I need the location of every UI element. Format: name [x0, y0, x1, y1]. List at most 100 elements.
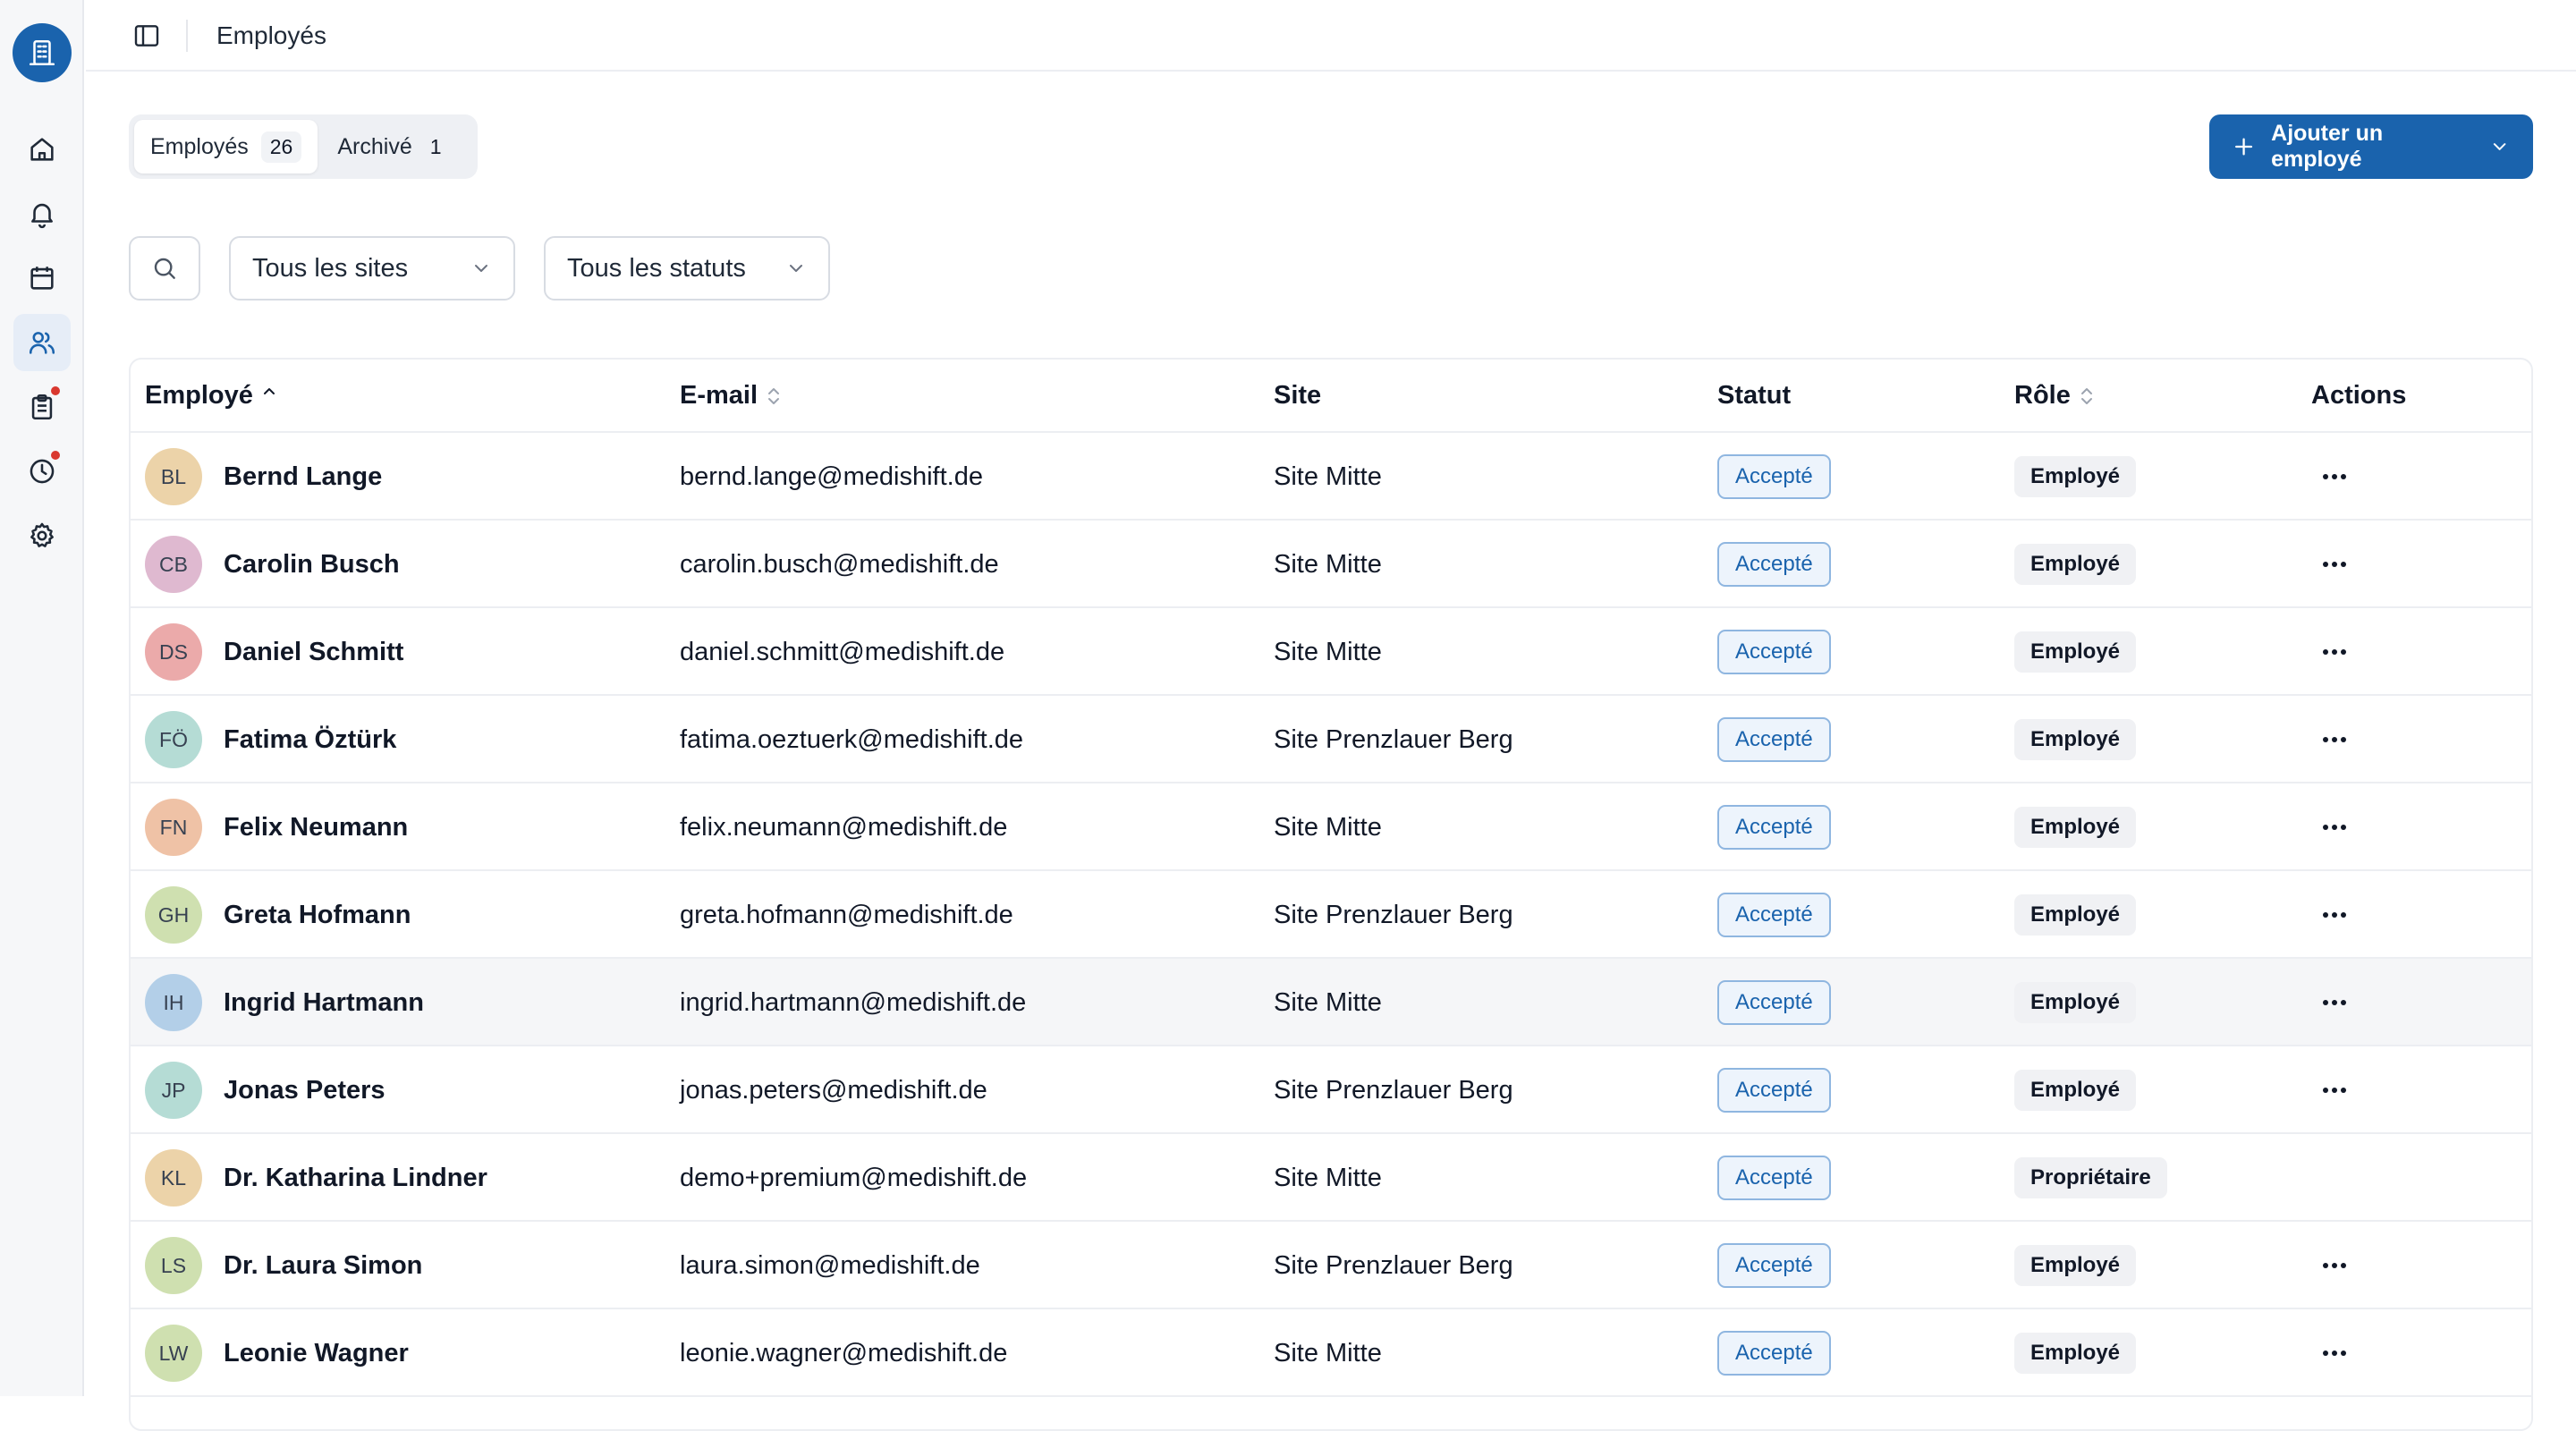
avatar: IH — [145, 974, 202, 1031]
role-badge: Employé — [2014, 719, 2137, 760]
row-actions-button[interactable] — [2317, 1077, 2352, 1104]
table-row[interactable]: DS Daniel Schmitt daniel.schmitt@medishi… — [131, 608, 2531, 696]
row-actions-button[interactable] — [2317, 1252, 2352, 1279]
nav-tasks[interactable] — [13, 378, 71, 436]
table-row[interactable]: BL Bernd Lange bernd.lange@medishift.de … — [131, 433, 2531, 521]
add-employee-button[interactable]: Ajouter un employé — [2209, 114, 2533, 179]
table-header: Employé E-mail Site Statut Rôle Actions — [131, 360, 2531, 433]
status-badge: Accepté — [1717, 717, 1831, 762]
row-actions-button[interactable] — [2317, 902, 2352, 928]
role-badge: Employé — [2014, 544, 2137, 585]
row-actions-button[interactable] — [2317, 814, 2352, 841]
nav-home[interactable] — [13, 121, 71, 178]
employee-site: Site Mitte — [1274, 638, 1382, 666]
employee-site: Site Mitte — [1274, 462, 1382, 491]
role-badge: Employé — [2014, 1333, 2137, 1374]
status-badge: Accepté — [1717, 980, 1831, 1025]
employee-name: Daniel Schmitt — [224, 638, 404, 666]
chevron-down-icon — [2493, 143, 2506, 150]
table-row[interactable]: FÖ Fatima Öztürk fatima.oeztuerk@medishi… — [131, 696, 2531, 783]
status-badge: Accepté — [1717, 542, 1831, 587]
role-badge: Employé — [2014, 1070, 2137, 1111]
more-horizontal-icon — [2323, 1088, 2346, 1093]
chevron-down-icon — [475, 265, 487, 272]
employee-name: Greta Hofmann — [224, 901, 411, 929]
building-icon — [29, 39, 55, 66]
sidebar-toggle-icon[interactable] — [132, 21, 161, 50]
employee-site: Site Prenzlauer Berg — [1274, 1076, 1513, 1105]
nav-employees[interactable] — [13, 314, 71, 371]
employee-name: Felix Neumann — [224, 813, 409, 842]
table-row[interactable]: CB Carolin Busch carolin.busch@medishift… — [131, 521, 2531, 608]
table-row[interactable]: LS Dr. Laura Simon laura.simon@medishift… — [131, 1222, 2531, 1309]
avatar-initials: FN — [159, 815, 188, 839]
avatar: BL — [145, 448, 202, 505]
avatar-initials: IH — [163, 990, 184, 1014]
status-badge: Accepté — [1717, 1068, 1831, 1113]
column-label: Statut — [1717, 381, 1792, 410]
sort-icon — [263, 387, 275, 394]
page-title: Employés — [216, 21, 326, 49]
more-horizontal-icon — [2323, 562, 2346, 567]
notification-dot — [49, 385, 62, 397]
site-filter-select[interactable]: Tous les sites — [229, 236, 515, 301]
status-filter-select[interactable]: Tous les statuts — [544, 236, 830, 301]
employee-name: Dr. Katharina Lindner — [224, 1164, 487, 1192]
column-header-role[interactable]: Rôle — [2014, 381, 2096, 411]
nav-time[interactable] — [13, 443, 71, 500]
table-row[interactable]: KL Dr. Katharina Lindner demo+premium@me… — [131, 1134, 2531, 1222]
employee-name: Ingrid Hartmann — [224, 988, 424, 1017]
status-badge: Accepté — [1717, 1243, 1831, 1288]
column-header-email[interactable]: E-mail — [680, 381, 783, 411]
row-actions-button[interactable] — [2317, 1340, 2352, 1367]
avatar: CB — [145, 536, 202, 593]
status-badge: Accepté — [1717, 1156, 1831, 1200]
avatar-initials: LS — [160, 1253, 187, 1277]
nav-calendar[interactable] — [13, 250, 71, 307]
chevron-down-icon — [790, 265, 802, 272]
tab-archived[interactable]: Archivé 1 — [321, 120, 462, 174]
avatar: FN — [145, 799, 202, 856]
search-button[interactable] — [129, 236, 200, 301]
employee-email: daniel.schmitt@medishift.de — [680, 638, 1005, 666]
status-badge: Accepté — [1717, 454, 1831, 499]
table-row[interactable]: GH Greta Hofmann greta.hofmann@medishift… — [131, 871, 2531, 959]
table-row[interactable]: LW Leonie Wagner leonie.wagner@medishift… — [131, 1309, 2531, 1397]
more-horizontal-icon — [2323, 737, 2346, 742]
status-badge: Accepté — [1717, 893, 1831, 937]
employee-email: fatima.oeztuerk@medishift.de — [680, 725, 1024, 754]
avatar-initials: BL — [160, 464, 187, 488]
column-label: Site — [1274, 381, 1322, 410]
column-header-employee[interactable]: Employé — [145, 381, 278, 411]
avatar-initials: LW — [158, 1341, 189, 1365]
row-actions-button[interactable] — [2317, 726, 2352, 753]
status-badge: Accepté — [1717, 805, 1831, 850]
row-actions-button[interactable] — [2317, 639, 2352, 665]
nav-settings[interactable] — [13, 507, 71, 564]
role-badge: Employé — [2014, 982, 2137, 1023]
app-logo[interactable] — [13, 23, 72, 82]
table-row[interactable]: IH Ingrid Hartmann ingrid.hartmann@medis… — [131, 959, 2531, 1046]
avatar: GH — [145, 886, 202, 944]
sidebar — [0, 0, 84, 1396]
row-actions-button[interactable] — [2317, 463, 2352, 490]
gear-icon — [30, 522, 54, 547]
role-badge: Employé — [2014, 807, 2137, 848]
more-horizontal-icon — [2323, 912, 2346, 918]
employee-site: Site Prenzlauer Berg — [1274, 901, 1513, 929]
table-row[interactable]: JP Jonas Peters jonas.peters@medishift.d… — [131, 1046, 2531, 1134]
table-row[interactable]: FN Felix Neumann felix.neumann@medishift… — [131, 783, 2531, 871]
calendar-icon — [30, 267, 54, 290]
nav-notifications[interactable] — [13, 185, 71, 242]
column-label: Actions — [2311, 381, 2407, 410]
add-employee-label: Ajouter un employé — [2271, 121, 2384, 172]
row-actions-button[interactable] — [2317, 551, 2352, 578]
row-actions-button[interactable] — [2317, 989, 2352, 1016]
employee-email: demo+premium@medishift.de — [680, 1164, 1028, 1192]
tab-employees[interactable]: Employés 26 — [134, 120, 318, 174]
users-icon — [29, 332, 55, 354]
employee-email: laura.simon@medishift.de — [680, 1251, 980, 1280]
column-label: Rôle — [2014, 381, 2071, 410]
employee-email: felix.neumann@medishift.de — [680, 813, 1008, 842]
employee-email: greta.hofmann@medishift.de — [680, 901, 1013, 929]
